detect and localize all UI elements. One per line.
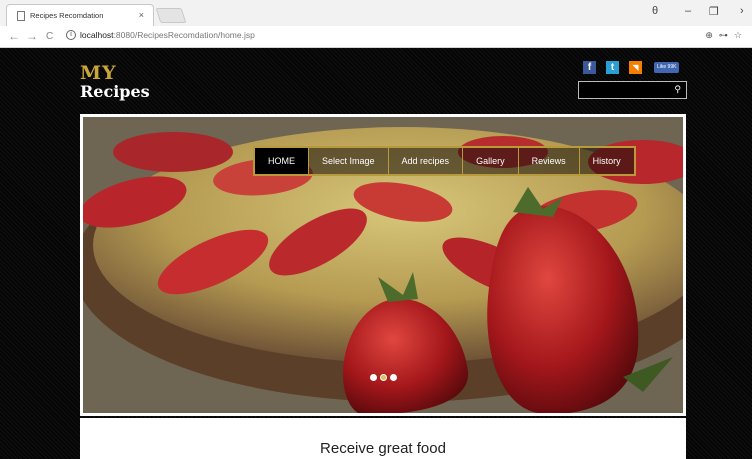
slider-dot[interactable] [390, 374, 397, 381]
browser-tab-bar: Recipes Recomdation × θ – ❐ › [0, 0, 752, 26]
hero-frame: HOME Select Image Add recipes Gallery Re… [80, 114, 686, 416]
search-input[interactable]: ⚲ [578, 81, 687, 99]
logo-text-my[interactable]: MY [80, 62, 117, 84]
slider-dot-active[interactable] [380, 374, 387, 381]
nav-gallery[interactable]: Gallery [463, 148, 519, 174]
restore-button[interactable]: ❐ [709, 5, 719, 18]
star-icon[interactable]: ☆ [734, 30, 742, 41]
info-icon[interactable]: i [66, 30, 76, 40]
zoom-icon[interactable]: ⊕ [705, 30, 713, 41]
facebook-icon[interactable]: f [583, 61, 596, 74]
main-nav: HOME Select Image Add recipes Gallery Re… [253, 146, 636, 176]
twitter-icon[interactable]: t [606, 61, 619, 74]
slider-dot[interactable] [370, 374, 377, 381]
close-tab-icon[interactable]: × [139, 10, 144, 20]
logo-text-recipes[interactable]: Recipes [80, 82, 150, 101]
forward-button[interactable]: → [26, 29, 38, 43]
address-bar-icons: ⊕ ⊶ ☆ [705, 30, 742, 41]
browser-tab[interactable]: Recipes Recomdation × [6, 4, 154, 26]
url-field[interactable]: i localhost:8080/RecipesRecomdation/home… [66, 30, 255, 40]
url-path: :8080/RecipesRecomdation/home.jsp [113, 30, 255, 40]
section-heading: Receive great food [320, 440, 446, 457]
new-tab-button[interactable] [155, 8, 187, 23]
nav-add-recipes[interactable]: Add recipes [389, 148, 464, 174]
nav-reviews[interactable]: Reviews [519, 148, 580, 174]
nav-select-image[interactable]: Select Image [309, 148, 389, 174]
like-button[interactable]: Like 99K [654, 62, 680, 73]
page-icon [17, 10, 25, 21]
content-section: Receive great food [80, 418, 686, 459]
nav-history[interactable]: History [580, 148, 634, 174]
key-icon[interactable]: ⊶ [719, 30, 728, 41]
slider-dots [370, 374, 397, 381]
social-links: f t ◥ Like 99K [583, 61, 680, 74]
account-icon[interactable]: θ [652, 5, 658, 17]
nav-home[interactable]: HOME [255, 148, 309, 174]
reload-button[interactable]: C [46, 31, 53, 42]
address-bar: ← → C i localhost:8080/RecipesRecomdatio… [0, 26, 752, 48]
minimize-button[interactable]: – [685, 5, 691, 17]
tab-title: Recipes Recomdation [30, 11, 104, 20]
search-icon[interactable]: ⚲ [674, 84, 681, 95]
hero-image: HOME Select Image Add recipes Gallery Re… [83, 117, 683, 413]
page-body: MY Recipes f t ◥ Like 99K ⚲ HOME Select … [0, 48, 752, 459]
rss-icon[interactable]: ◥ [629, 61, 642, 74]
url-host: localhost [80, 30, 114, 40]
back-button[interactable]: ← [8, 29, 20, 43]
close-window-button[interactable]: › [740, 5, 744, 17]
